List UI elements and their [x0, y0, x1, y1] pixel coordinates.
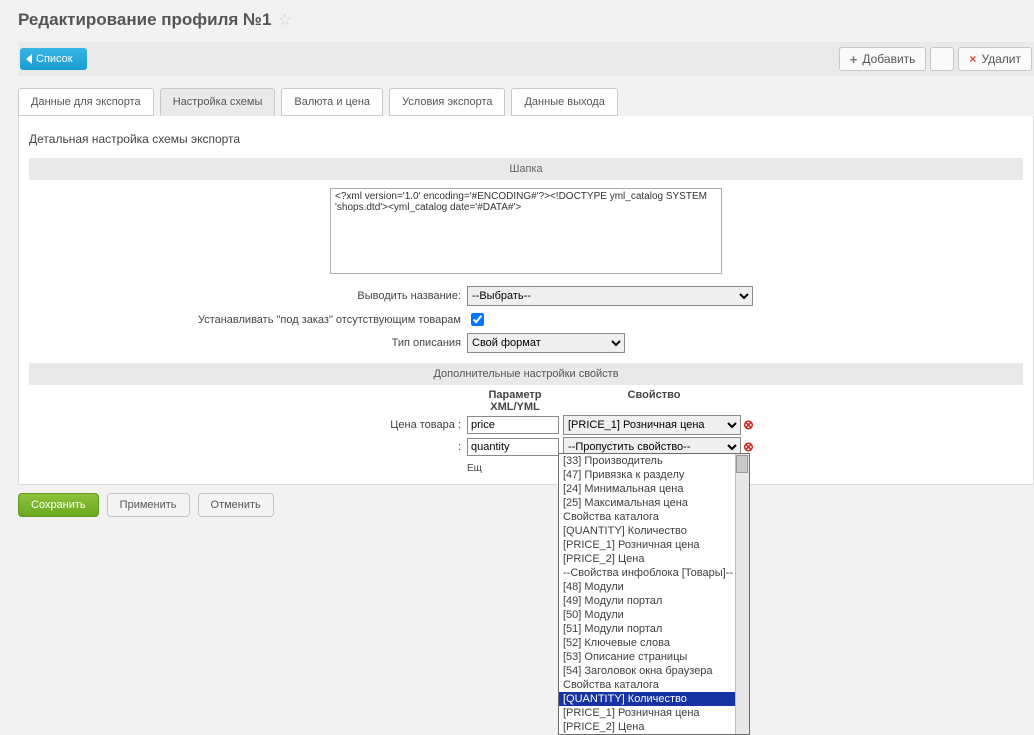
dropdown-option[interactable]: Свойства каталога — [559, 678, 749, 692]
delete-button[interactable]: × Удалит — [958, 47, 1032, 71]
settings-panel: Детальная настройка схемы экспорта Шапка… — [18, 116, 1034, 485]
dropdown-toggle-button[interactable] — [930, 47, 954, 71]
dropdown-option[interactable]: [54] Заголовок окна браузера — [559, 664, 749, 678]
desc-type-select[interactable]: Свой формат — [467, 333, 625, 353]
dropdown-option[interactable]: [50] Модули — [559, 608, 749, 622]
back-arrow-icon — [26, 54, 32, 64]
dropdown-option[interactable]: [49] Модули портал — [559, 594, 749, 608]
add-button[interactable]: + Добавить — [839, 47, 927, 71]
scrollbar-thumb[interactable] — [736, 455, 748, 473]
output-name-label: Выводить название: — [29, 290, 467, 302]
dropdown-option[interactable]: [PRICE_2] Цена — [559, 720, 749, 734]
set-order-label: Устанавливать "под заказ" отсутствующим … — [29, 314, 467, 326]
toolbar: Список + Добавить × Удалит — [18, 42, 1034, 76]
param-input-price[interactable] — [467, 416, 559, 434]
dropdown-option[interactable]: [PRICE_1] Розничная цена — [559, 538, 749, 552]
cancel-button[interactable]: Отменить — [198, 493, 274, 517]
list-button[interactable]: Список — [20, 48, 87, 70]
tab-export-data[interactable]: Данные для экспорта — [18, 88, 154, 116]
tabs: Данные для экспорта Настройка схемы Валю… — [18, 88, 1034, 116]
section-header-bar: Шапка — [29, 158, 1023, 180]
set-order-checkbox[interactable] — [471, 313, 484, 326]
prop-row: : --Пропустить свойство-- ⊗ — [29, 437, 1023, 457]
output-name-select[interactable]: --Выбрать-- — [467, 286, 753, 306]
tab-output-data[interactable]: Данные выхода — [511, 88, 617, 116]
dropdown-option[interactable]: [PRICE_1] Розничная цена — [559, 706, 749, 720]
quantity-row-label: : — [29, 441, 467, 453]
tab-scheme-settings[interactable]: Настройка схемы — [160, 88, 276, 116]
dropdown-option[interactable]: [48] Модули — [559, 580, 749, 594]
apply-button[interactable]: Применить — [107, 493, 190, 517]
dropdown-option[interactable]: [24] Минимальная цена — [559, 482, 749, 496]
dropdown-scrollbar[interactable] — [735, 454, 749, 734]
list-button-label: Список — [36, 48, 73, 70]
desc-type-label: Тип описания — [29, 337, 467, 349]
dropdown-option[interactable]: [25] Максимальная цена — [559, 496, 749, 510]
dropdown-option[interactable]: [52] Ключевые слова — [559, 636, 749, 650]
col-prop: Свойство — [563, 389, 745, 413]
dropdown-option[interactable]: [PRICE_2] Цена — [559, 552, 749, 566]
dropdown-option[interactable]: [53] Описание страницы — [559, 650, 749, 664]
prop-select-price[interactable]: [PRICE_1] Розничная цена — [563, 415, 741, 435]
panel-title: Детальная настройка схемы экспорта — [29, 132, 1023, 146]
dropdown-option-selected[interactable]: [QUANTITY] Количество — [559, 692, 749, 706]
dropdown-option[interactable]: [33] Производитель — [559, 454, 749, 468]
section-props-bar: Дополнительные настройки свойств — [29, 363, 1023, 385]
price-row-label: Цена товара : — [29, 419, 467, 431]
dropdown-option[interactable]: --Свойства инфоблока [Товары]-- — [559, 566, 749, 580]
page-title: Редактирование профиля №1 — [18, 10, 271, 30]
prop-row: Цена товара : [PRICE_1] Розничная цена ⊗ — [29, 415, 1023, 435]
remove-row-icon[interactable]: ⊗ — [743, 417, 754, 433]
col-param: Параметр XML/YML — [467, 389, 563, 413]
dropdown-option[interactable]: [47] Привязка к разделу — [559, 468, 749, 482]
dropdown-option[interactable]: [51] Модули портал — [559, 622, 749, 636]
tab-export-conditions[interactable]: Условия экспорта — [389, 88, 505, 116]
tab-currency-price[interactable]: Валюта и цена — [281, 88, 383, 116]
property-dropdown-list[interactable]: [33] Производитель [47] Привязка к разде… — [558, 453, 750, 735]
save-button[interactable]: Сохранить — [18, 493, 99, 517]
close-icon: × — [969, 52, 976, 66]
dropdown-option[interactable]: [QUANTITY] Количество — [559, 524, 749, 538]
add-button-label: Добавить — [862, 52, 915, 66]
cols-header: Параметр XML/YML Свойство — [29, 389, 1023, 413]
plus-icon: + — [850, 52, 858, 67]
favorite-star-icon[interactable]: ☆ — [277, 10, 291, 30]
dropdown-option[interactable]: Свойства каталога — [559, 510, 749, 524]
delete-button-label: Удалит — [981, 52, 1021, 66]
xml-header-textarea[interactable] — [330, 188, 722, 274]
param-input-quantity[interactable] — [467, 438, 559, 456]
